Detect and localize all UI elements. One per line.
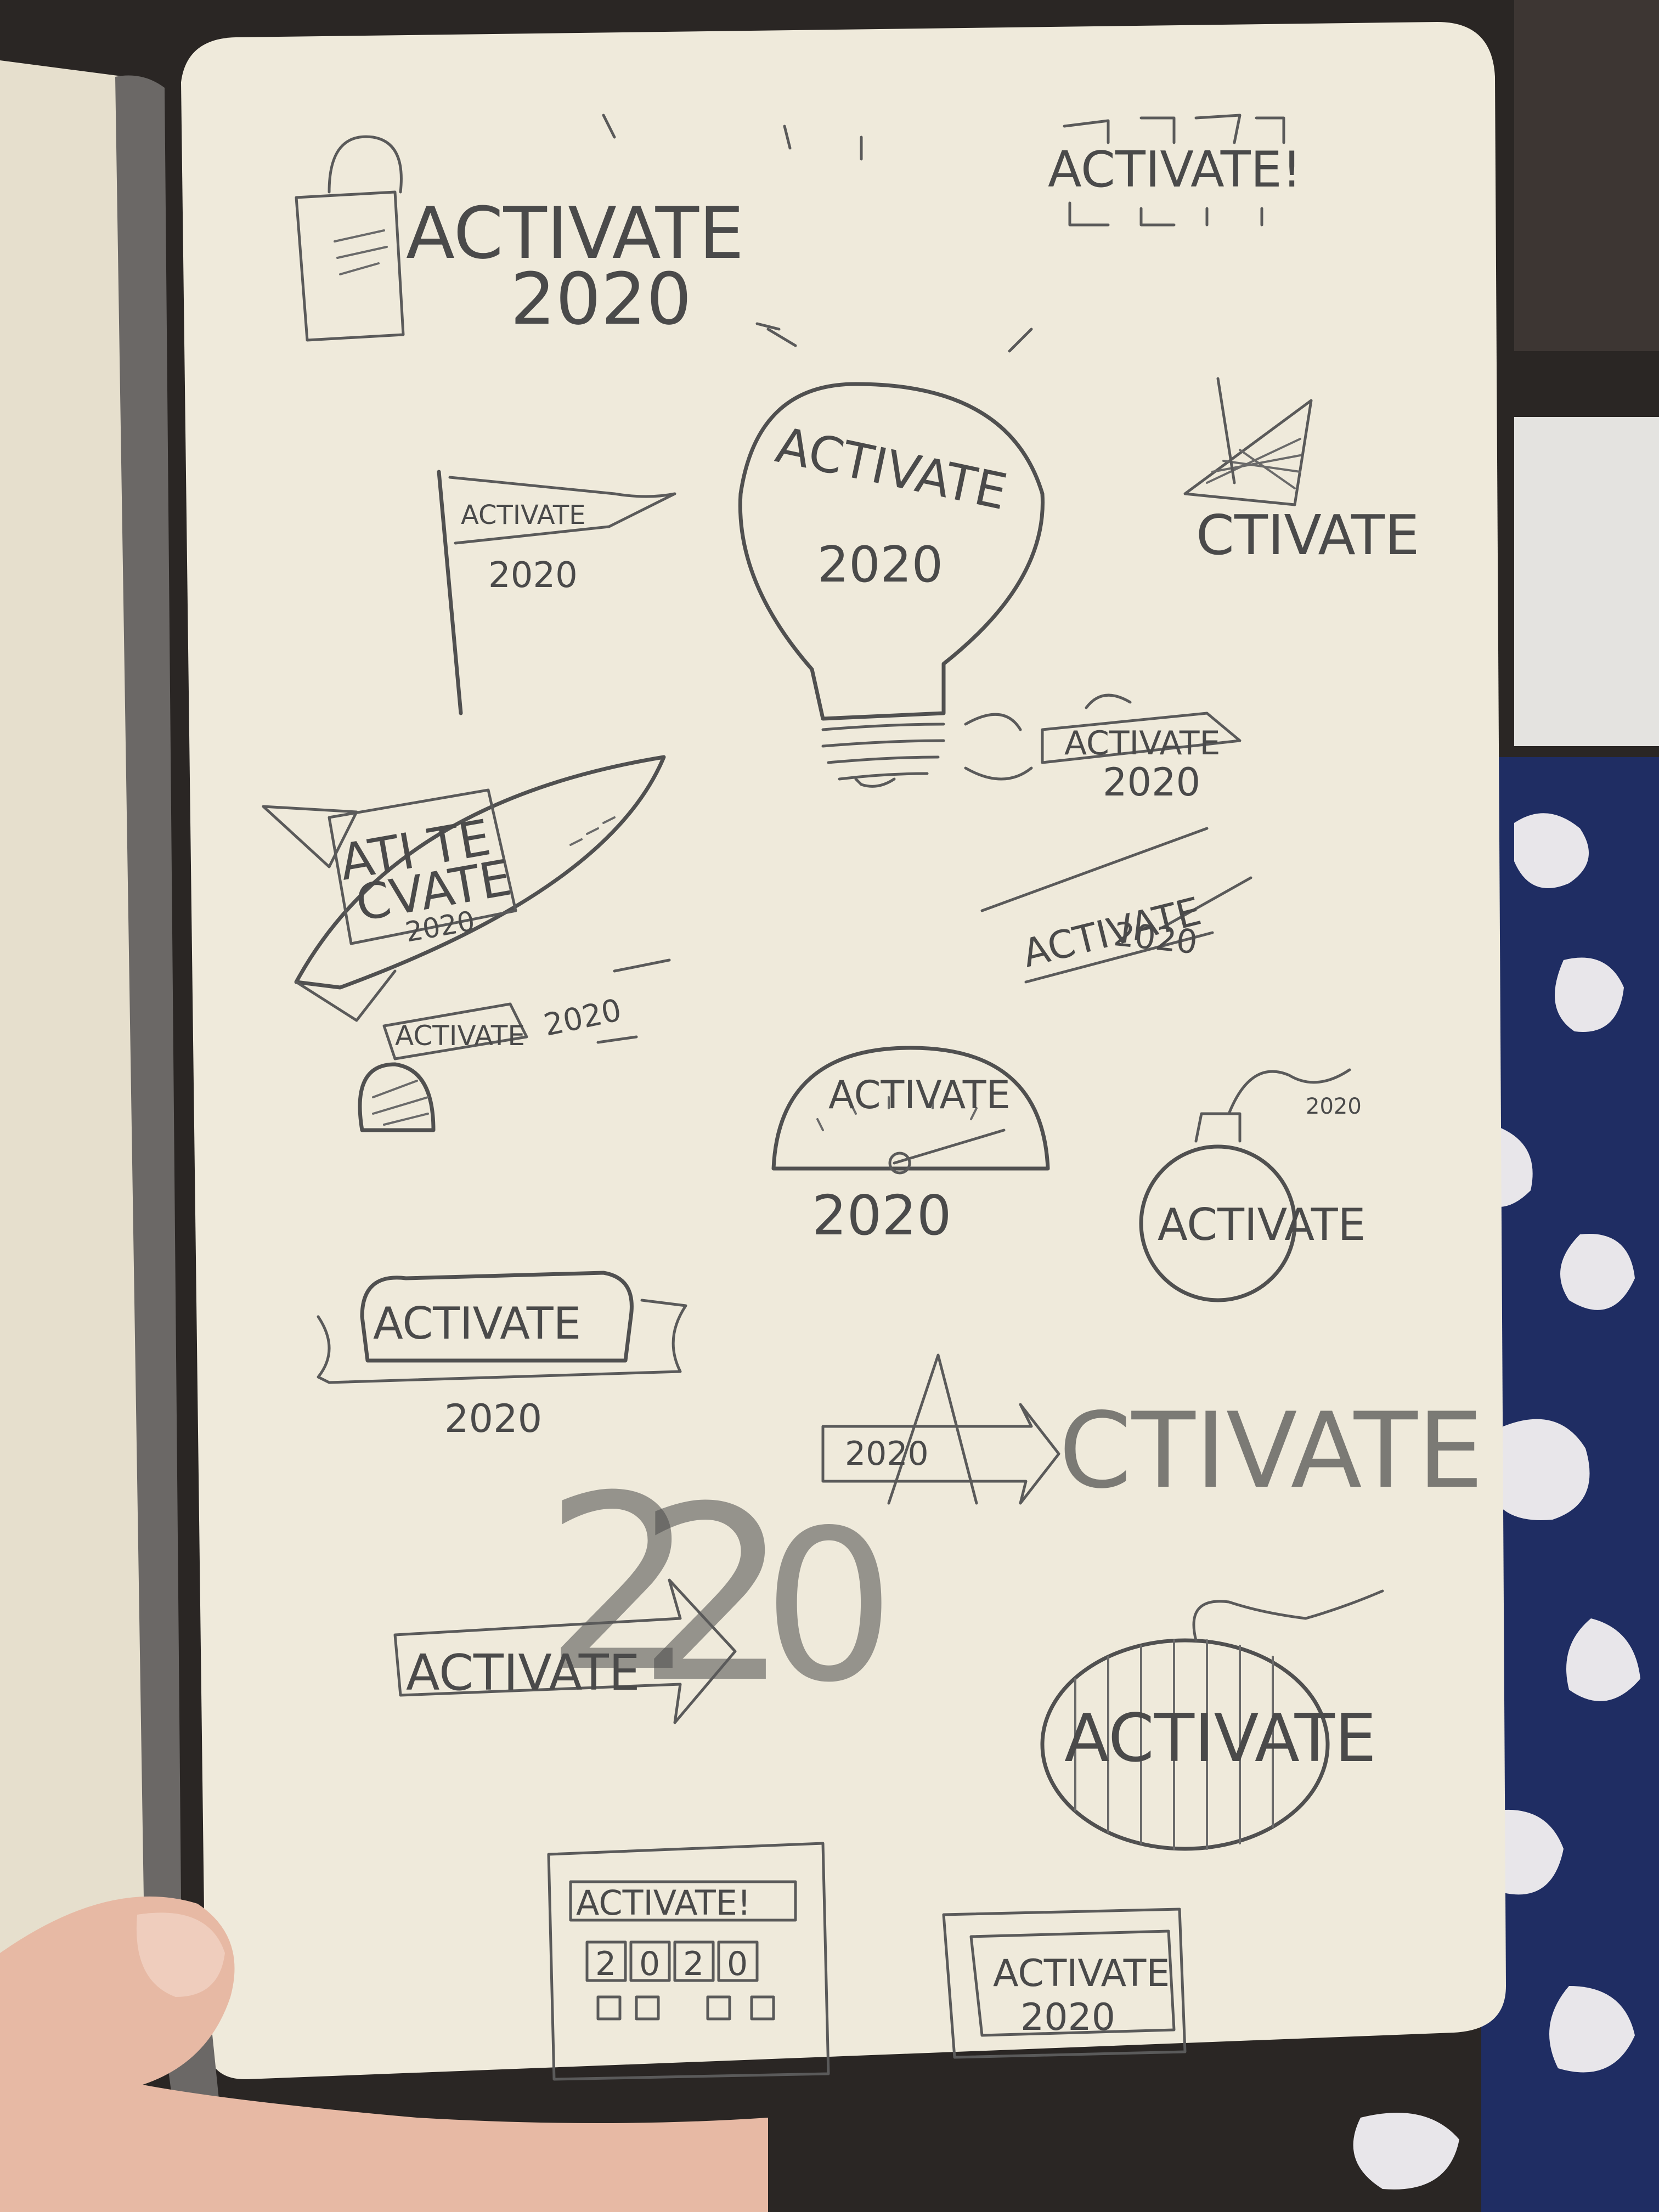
bomb-word: ACTIVATE (1158, 1199, 1365, 1250)
rocket-banner-word: ACTIVATE (1064, 724, 1220, 763)
gauge-word: ACTIVATE (828, 1073, 1011, 1118)
photo-scene: ACTIVATE 2020 ACTIVATE! ACTIVATE 2020 AC… (0, 0, 1659, 2212)
corner-mark-word: ACTIVATE! (1048, 141, 1302, 199)
bomb-year: 2020 (1306, 1094, 1362, 1119)
framed-year: 2020 (1020, 1996, 1115, 2039)
big-2020-word: ACTIVATE (406, 1644, 640, 1702)
cloud-banner-year: 2020 (444, 1396, 542, 1441)
flag-year: 2020 (488, 555, 578, 596)
arrow-a-year: 2020 (845, 1435, 929, 1473)
big-2020-digit-0: 0 (763, 1485, 895, 1728)
flag-word: ACTIVATE (461, 500, 586, 531)
pumpkin-word: ACTIVATE (1064, 1701, 1376, 1777)
calendar-digit-3: 2 (683, 1945, 704, 1983)
lightbulb-year: 2020 (817, 536, 943, 594)
box-logo-year: 2020 (510, 257, 692, 341)
gauge-year: 2020 (812, 1183, 952, 1248)
calendar-digit-4: 0 (727, 1945, 748, 1983)
arrow-a-word: CTIVATE (1059, 1390, 1483, 1511)
laptop-corner (1514, 417, 1659, 746)
calendar-digit-1: 2 (595, 1945, 616, 1983)
calendar-digit-2: 0 (639, 1945, 660, 1983)
framed-word: ACTIVATE (993, 1952, 1170, 1995)
calendar-word: ACTIVATE! (576, 1883, 751, 1923)
paper-plane-word: CTIVATE (1196, 503, 1419, 567)
cloud-banner-word: ACTIVATE (373, 1298, 581, 1349)
rocket-banner-year: 2020 (1103, 760, 1200, 805)
cannon-word: ACTIVATE (395, 1020, 525, 1052)
desk-corner (1514, 0, 1659, 351)
